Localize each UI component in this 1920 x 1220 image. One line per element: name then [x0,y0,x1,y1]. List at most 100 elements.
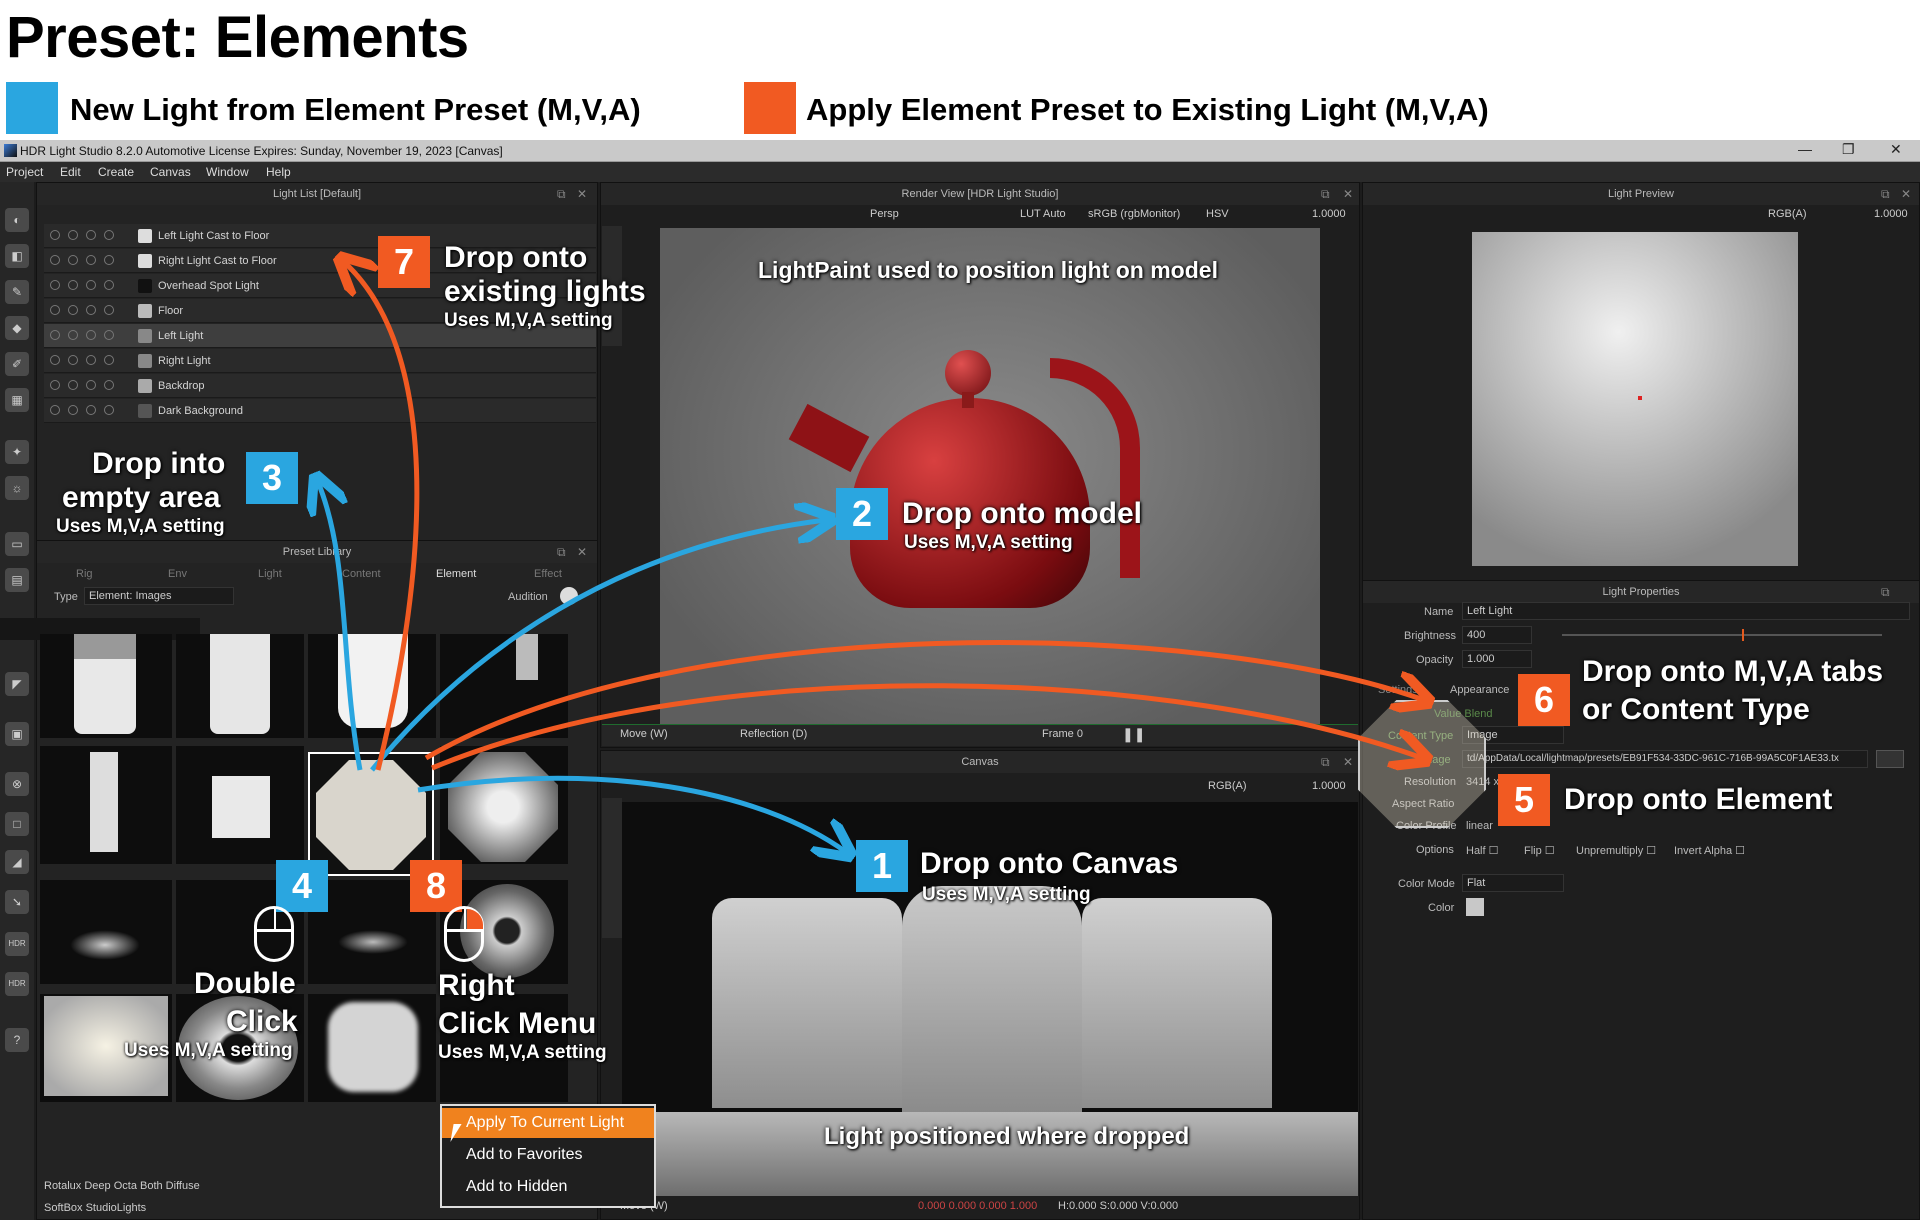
menu-add-to-favorites[interactable]: Add to Favorites [442,1140,654,1170]
render-view-float-icon[interactable]: ⧉ [1321,187,1330,202]
cancel-tool-icon[interactable]: ⊗ [5,772,29,796]
light-row[interactable]: Right Light [44,349,596,373]
light-properties-float-icon[interactable]: ⧉ [1881,585,1890,600]
preset-thumb-selected[interactable] [308,752,434,876]
canvas-close-icon[interactable]: ✕ [1343,755,1353,769]
menu-canvas[interactable]: Canvas [150,165,191,179]
hdr-tool-icon[interactable]: HDR [5,932,29,956]
frame-tool-icon[interactable]: ▣ [5,722,29,746]
color-profile-value[interactable]: linear [1466,820,1493,832]
canvas-exposure[interactable]: 1.0000 [1312,780,1346,800]
gradient-tool-icon[interactable]: ▭ [5,532,29,556]
canvas-channel-select[interactable]: RGB(A) [1208,780,1247,800]
tab-effect[interactable]: Effect [534,568,562,580]
tab-appearance[interactable]: Appearance [1450,684,1509,696]
preview-channel-select[interactable]: RGB(A) [1768,208,1807,228]
menu-project[interactable]: Project [6,165,43,179]
option-invert-alpha[interactable]: Invert Alpha ☐ [1674,844,1745,857]
light-tool-icon[interactable]: ✎ [5,280,29,304]
type-select[interactable]: Element: Images [84,587,234,605]
visibility-icon[interactable] [50,330,122,343]
pause-icon[interactable]: ❚❚ [1122,726,1145,746]
grid-tool-icon[interactable]: ▦ [5,388,29,412]
light-row[interactable]: Backdrop [44,374,596,398]
mode-select[interactable]: HSV [1206,208,1229,228]
brush-tool-icon[interactable]: ◐ [5,208,29,232]
close-icon[interactable]: ✕ [1890,141,1902,158]
brightness-slider[interactable] [1562,629,1882,641]
camera-select[interactable]: Persp [870,208,899,228]
visibility-icon[interactable] [50,255,122,268]
tab-settings[interactable]: Settings [1378,684,1418,696]
preset-thumb[interactable] [440,746,568,864]
render-move-select[interactable]: Move (W) [620,728,668,748]
preview-exposure[interactable]: 1.0000 [1874,208,1908,228]
name-field[interactable]: Left Light [1462,602,1910,620]
option-half[interactable]: Half ☐ [1466,844,1498,857]
canvas-float-icon[interactable]: ⧉ [1321,755,1330,770]
color-swatch[interactable] [1466,898,1484,916]
option-flip[interactable]: Flip ☐ [1524,844,1555,857]
render-viewport[interactable] [660,228,1320,726]
option-unpremultiply[interactable]: Unpremultiply ☐ [1576,844,1656,857]
visibility-icon[interactable] [50,355,122,368]
visibility-icon[interactable] [50,380,122,393]
light-preview-close-icon[interactable]: ✕ [1901,187,1911,201]
preset-thumb[interactable] [176,634,304,738]
tab-light[interactable]: Light [258,568,282,580]
visibility-icon[interactable] [50,280,122,293]
brightness-field[interactable]: 400 [1462,626,1532,644]
visibility-icon[interactable] [50,405,122,418]
preset-thumb[interactable] [40,880,172,984]
preset-thumb[interactable] [40,746,172,864]
folder-icon[interactable] [1876,750,1904,768]
audition-toggle[interactable] [560,587,578,605]
preset-thumb[interactable] [440,634,568,738]
colorspace-select[interactable]: sRGB (rgbMonitor) [1088,208,1180,228]
wedge-tool-icon[interactable]: ◢ [5,850,29,874]
tab-content[interactable]: Content [342,568,381,580]
square-tool-icon[interactable]: □ [5,812,29,836]
image-path-field[interactable]: td/AppData/Local/lightmap/presets/EB91F5… [1462,750,1868,768]
wand-tool-icon[interactable]: ✦ [5,440,29,464]
light-list-float-icon[interactable]: ⧉ [557,187,566,202]
render-view-close-icon[interactable]: ✕ [1343,187,1353,201]
tab-element[interactable]: Element [436,568,476,580]
paint-tool-icon[interactable]: ◆ [5,316,29,340]
preset-thumb[interactable] [308,994,436,1102]
preset-thumb[interactable] [176,746,304,864]
tab-env[interactable]: Env [168,568,187,580]
sun-tool-icon[interactable]: ☼ [5,476,29,500]
tab-rig[interactable]: Rig [76,568,93,580]
minimize-icon[interactable]: — [1798,141,1812,157]
preset-library-float-icon[interactable]: ⧉ [557,545,566,560]
visibility-icon[interactable] [50,230,122,243]
lut-select[interactable]: LUT Auto [1020,208,1066,228]
help-icon[interactable]: ? [5,1028,29,1052]
light-row[interactable]: Dark Background [44,399,596,423]
preset-library-close-icon[interactable]: ✕ [577,545,587,559]
light-list-close-icon[interactable]: ✕ [577,187,587,201]
menu-window[interactable]: Window [206,165,249,179]
preset-thumb[interactable] [308,634,436,738]
menu-apply-to-current-light[interactable]: Apply To Current Light [442,1108,654,1138]
light-preview-viewport[interactable] [1472,232,1798,566]
eraser-tool-icon[interactable]: ◧ [5,244,29,268]
menu-edit[interactable]: Edit [60,165,81,179]
pencil-tool-icon[interactable]: ✐ [5,352,29,376]
preset-thumb[interactable] [40,634,172,738]
menu-add-to-hidden[interactable]: Add to Hidden [442,1172,654,1202]
film-tool-icon[interactable]: ▤ [5,568,29,592]
card-tool-icon[interactable]: ◤ [5,672,29,696]
opacity-field[interactable]: 1.000 [1462,650,1532,668]
color-mode-select[interactable]: Flat [1462,874,1564,892]
paint-mode-select[interactable]: Reflection (D) [740,728,807,748]
restore-icon[interactable]: ❐ [1842,141,1855,158]
menu-create[interactable]: Create [98,165,134,179]
light-preview-float-icon[interactable]: ⧉ [1881,187,1890,202]
arrow-tool-icon[interactable]: ➘ [5,890,29,914]
menu-help[interactable]: Help [266,165,291,179]
hdr-sphere-tool-icon[interactable]: HDR [5,972,29,996]
render-exposure[interactable]: 1.0000 [1312,208,1346,228]
visibility-icon[interactable] [50,305,122,318]
